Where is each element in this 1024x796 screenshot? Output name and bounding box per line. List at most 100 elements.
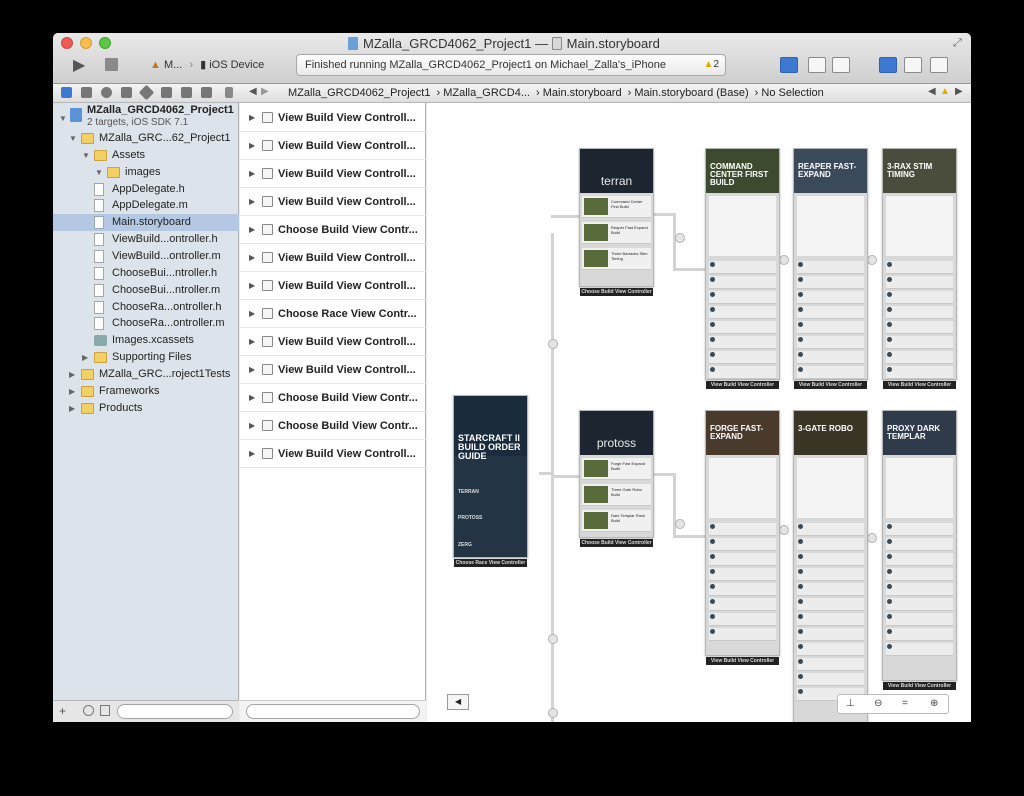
scheme-selector[interactable]: ▲ M... › ▮ iOS Device [150, 58, 264, 71]
jump-bar-item[interactable]: Main.storyboard [543, 87, 622, 99]
disclosure-closed-icon[interactable]: ▶ [249, 104, 255, 131]
outline-filter-input[interactable] [246, 704, 420, 719]
related-items-icon[interactable] [225, 87, 233, 98]
storyboard-canvas[interactable]: STARCRAFT II BUILD ORDER GUIDE TERRAN PR… [427, 103, 971, 722]
segue-node[interactable] [867, 533, 877, 543]
version-editor-button[interactable] [832, 57, 850, 73]
outline-scene-row[interactable]: ▶ View Build View Controll... [240, 188, 426, 216]
project-root-row[interactable]: ▼ MZalla_GRCD4062_Project1 2 targets, iO… [53, 103, 239, 131]
segue-node[interactable] [779, 255, 789, 265]
file-tree-item[interactable]: ▼ MZalla_GRC...62_Project1 [53, 130, 239, 147]
symbol-navigator-icon[interactable] [81, 87, 92, 98]
file-tree-item[interactable]: AppDelegate.m [53, 197, 239, 214]
actual-size-icon[interactable]: = [902, 698, 908, 709]
disclosure-closed-icon[interactable]: ▶ [249, 132, 255, 159]
segue-node[interactable] [675, 233, 685, 243]
disclosure-open-icon[interactable]: ▼ [95, 164, 103, 181]
previous-issue-icon[interactable]: ◀ [928, 86, 939, 97]
file-tree-item[interactable]: AppDelegate.h [53, 181, 239, 198]
recent-files-icon[interactable] [83, 705, 94, 716]
file-tree-item[interactable]: ▼ Assets [53, 147, 239, 164]
disclosure-closed-icon[interactable]: ▶ [249, 328, 255, 355]
disclosure-open-icon[interactable]: ▼ [82, 147, 90, 164]
source-control-icon[interactable] [100, 705, 110, 716]
disclosure-closed-icon[interactable]: ▶ [69, 400, 75, 417]
file-tree-item[interactable]: ▼ images [53, 164, 239, 181]
view-build-scene[interactable]: PROXY DARK TEMPLAR View Build View Contro… [882, 410, 957, 690]
view-build-scene[interactable]: FORGE FAST-EXPAND View Build View Control… [705, 410, 780, 665]
disclosure-closed-icon[interactable]: ▶ [69, 383, 75, 400]
toggle-utilities-button[interactable] [930, 57, 948, 73]
find-navigator-icon[interactable] [101, 87, 112, 98]
jump-bar-item[interactable]: MZalla_GRCD4... [443, 87, 530, 99]
standard-editor-button[interactable] [780, 57, 798, 73]
file-tree-item[interactable]: ▶ Products [53, 400, 239, 417]
back-arrow-icon[interactable]: ◀ [249, 86, 260, 97]
jump-bar-item[interactable]: No Selection [761, 87, 823, 99]
file-tree-item[interactable]: ViewBuild...ontroller.m [53, 248, 239, 265]
outline-scene-row[interactable]: ▶ Choose Race View Contr... [240, 300, 426, 328]
issue-navigator-icon[interactable] [121, 87, 132, 98]
file-tree-item[interactable]: ▶ MZalla_GRC...roject1Tests [53, 366, 239, 383]
build-option-row[interactable]: Reaper Fast Expand Build [582, 222, 651, 244]
disclosure-open-icon[interactable]: ▼ [69, 130, 77, 147]
outline-scene-row[interactable]: ▶ View Build View Controll... [240, 356, 426, 384]
outline-scene-row[interactable]: ▶ Choose Build View Contr... [240, 216, 426, 244]
outline-scene-row[interactable]: ▶ View Build View Controll... [240, 160, 426, 188]
warning-badge[interactable]: ▲2 [704, 59, 719, 70]
outline-scene-row[interactable]: ▶ View Build View Controll... [240, 272, 426, 300]
zoom-in-icon[interactable]: ⊕ [930, 698, 938, 709]
outline-scene-row[interactable]: ▶ View Build View Controll... [240, 104, 426, 132]
debug-navigator-icon[interactable] [161, 87, 172, 98]
file-tree-item[interactable]: ChooseBui...ntroller.m [53, 282, 239, 299]
view-build-scene[interactable]: REAPER FAST-EXPAND View Build View Contro… [793, 148, 868, 389]
file-tree-item[interactable]: ▶ Supporting Files [53, 349, 239, 366]
outline-scene-row[interactable]: ▶ Choose Build View Contr... [240, 384, 426, 412]
outline-scene-row[interactable]: ▶ View Build View Controll... [240, 244, 426, 272]
segue-node[interactable] [548, 339, 558, 349]
disclosure-closed-icon[interactable]: ▶ [249, 356, 255, 383]
outline-scene-row[interactable]: ▶ View Build View Controll... [240, 328, 426, 356]
test-navigator-icon[interactable] [138, 84, 155, 101]
constraints-icon[interactable]: ⊥ [846, 698, 855, 709]
segue-node[interactable] [779, 525, 789, 535]
forward-arrow-icon[interactable]: ▶ [261, 86, 272, 97]
toggle-debug-area-button[interactable] [904, 57, 922, 73]
zoom-out-icon[interactable]: ⊖ [874, 698, 882, 709]
outline-scene-row[interactable]: ▶ View Build View Controll... [240, 132, 426, 160]
run-button[interactable]: ▶ [73, 55, 85, 75]
view-build-scene[interactable]: COMMAND CENTER FIRST BUILD View Build Vie… [705, 148, 780, 389]
disclosure-closed-icon[interactable]: ▶ [69, 366, 75, 383]
file-tree-item[interactable]: ChooseRa...ontroller.h [53, 299, 239, 316]
canvas-outline-toggle[interactable]: ◀ [447, 694, 469, 710]
fullscreen-icon[interactable]: ⤢ [953, 37, 965, 49]
disclosure-closed-icon[interactable]: ▶ [82, 349, 88, 366]
disclosure-closed-icon[interactable]: ▶ [249, 160, 255, 187]
build-option-row[interactable]: Dark Templar Rush Build [582, 510, 651, 532]
choose-build-scene[interactable]: terran Command Center First Build Reaper F… [579, 148, 654, 296]
file-tree-item[interactable]: ▶ Frameworks [53, 383, 239, 400]
choose-race-scene[interactable]: STARCRAFT II BUILD ORDER GUIDE TERRAN PR… [453, 395, 528, 567]
file-tree-item[interactable]: ViewBuild...ontroller.h [53, 231, 239, 248]
warning-icon[interactable]: ▲ [940, 86, 951, 97]
build-option-row[interactable]: Three Barracks Stim Timing [582, 248, 651, 270]
outline-scene-row[interactable]: ▶ Choose Build View Contr... [240, 412, 426, 440]
disclosure-open-icon[interactable]: ▼ [59, 110, 67, 127]
outline-scene-row[interactable]: ▶ View Build View Controll... [240, 440, 426, 468]
disclosure-closed-icon[interactable]: ▶ [249, 272, 255, 299]
build-option-row[interactable]: Forge Fast Expand Build [582, 458, 651, 480]
race-option-zerg[interactable]: ZERG [458, 542, 472, 548]
file-tree-item[interactable]: ChooseRa...ontroller.m [53, 315, 239, 332]
choose-build-scene[interactable]: protoss Forge Fast Expand Build Three Gate… [579, 410, 654, 547]
disclosure-closed-icon[interactable]: ▶ [249, 300, 255, 327]
log-navigator-icon[interactable] [201, 87, 212, 98]
segue-node[interactable] [548, 634, 558, 644]
next-issue-icon[interactable]: ▶ [955, 86, 966, 97]
project-navigator-icon[interactable] [61, 87, 72, 98]
race-option-terran[interactable]: TERRAN [458, 489, 479, 495]
disclosure-closed-icon[interactable]: ▶ [249, 188, 255, 215]
build-option-row[interactable]: Three Gate Robo Build [582, 484, 651, 506]
segue-node[interactable] [867, 255, 877, 265]
disclosure-closed-icon[interactable]: ▶ [249, 440, 255, 467]
toggle-navigator-button[interactable] [879, 57, 897, 73]
